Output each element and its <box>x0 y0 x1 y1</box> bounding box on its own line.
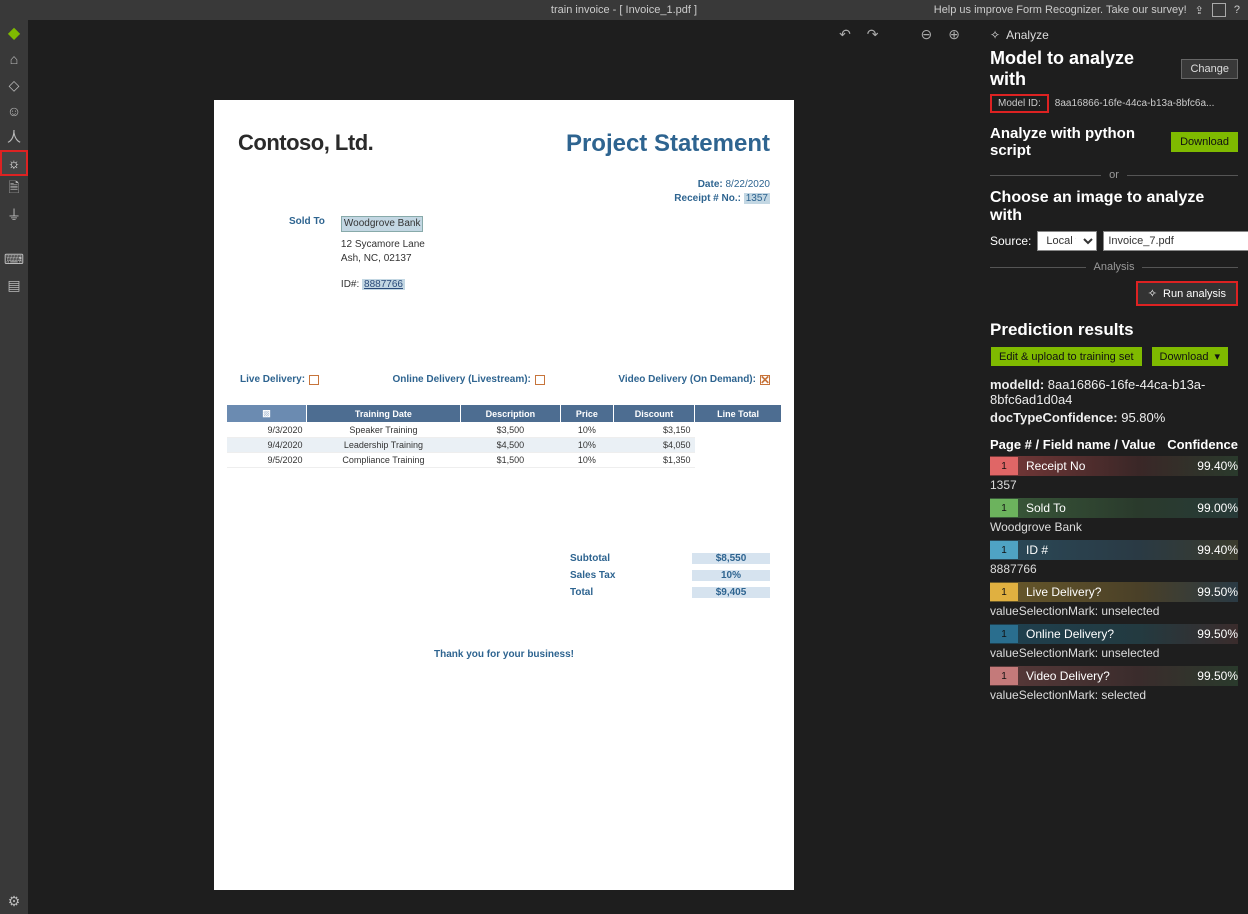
zoom-out-icon[interactable]: ⊖ <box>921 26 933 43</box>
window-title: train invoice - [ Invoice_1.pdf ] <box>551 4 697 16</box>
page-tag: 1 <box>990 457 1018 475</box>
field-name: Video Delivery? <box>1026 669 1197 683</box>
document-canvas[interactable]: Contoso, Ltd. Project Statement Date: 8/… <box>28 48 980 914</box>
page-tag: 1 <box>990 541 1018 559</box>
sparkle-icon: ✧ <box>990 28 1000 42</box>
document-icon[interactable]: ▤ <box>0 272 28 298</box>
field-value: Woodgrove Bank <box>990 518 1238 538</box>
source-select[interactable]: Local file <box>1037 231 1097 251</box>
model-heading: Model to analyze with <box>990 48 1173 90</box>
canvas-toolbar: ↶ ↷ ⊖ ⊕ <box>28 20 980 48</box>
field-value: valueSelectionMark: selected <box>990 686 1238 706</box>
table-row: 9/4/2020Leadership Training$4,50010%$4,0… <box>227 438 782 453</box>
field-value: valueSelectionMark: unselected <box>990 644 1238 664</box>
table-row: 9/5/2020Compliance Training$1,50010%$1,3… <box>227 453 782 468</box>
help-icon[interactable]: ? <box>1234 4 1240 16</box>
field-name: Receipt No <box>1026 459 1197 473</box>
logo-icon[interactable]: ◆ <box>0 20 28 46</box>
result-field[interactable]: 1 Live Delivery?99.50% valueSelectionMark:… <box>990 582 1238 622</box>
field-name: Online Delivery? <box>1026 627 1197 641</box>
field-name: ID # <box>1026 543 1197 557</box>
online-checkbox <box>535 375 545 385</box>
result-field[interactable]: 1 Video Delivery?99.50% valueSelectionMark… <box>990 666 1238 706</box>
change-button[interactable]: Change <box>1181 59 1238 79</box>
field-confidence: 99.40% <box>1197 459 1238 473</box>
choose-heading: Choose an image to analyze with <box>990 189 1238 225</box>
redo-icon[interactable]: ↷ <box>867 26 879 43</box>
train-icon[interactable]: 人 <box>0 124 28 150</box>
analyze-icon[interactable]: ☼ <box>0 150 28 176</box>
thank-you: Thank you for your business! <box>214 649 794 660</box>
run-analysis-button[interactable]: ✧Run analysis <box>1136 281 1238 306</box>
document-title: Project Statement <box>566 130 770 158</box>
connect-icon[interactable]: ⏚ <box>0 202 28 228</box>
field-confidence: 99.50% <box>1197 627 1238 641</box>
sparkle-icon: ✧ <box>1148 287 1157 300</box>
document-meta: Date: 8/22/2020 Receipt # No.: 1357 <box>674 178 770 206</box>
field-value: 8887766 <box>990 560 1238 580</box>
compose-icon[interactable]: 🗎 <box>0 176 28 202</box>
download-script-button[interactable]: Download <box>1171 132 1238 152</box>
settings-icon[interactable]: ⚙ <box>0 888 28 914</box>
totals-block: Subtotal$8,550 Sales Tax10% Total$9,405 <box>570 550 770 601</box>
field-confidence: 99.40% <box>1197 543 1238 557</box>
model-id-label: Model ID: <box>990 94 1049 113</box>
field-value: valueSelectionMark: unselected <box>990 602 1238 622</box>
page-tag: 1 <box>990 667 1018 685</box>
analyze-panel: ✧Analyze Model to analyze with Change Mo… <box>980 20 1248 914</box>
field-confidence: 99.50% <box>1197 585 1238 599</box>
edit-upload-button[interactable]: Edit & upload to training set <box>990 346 1143 367</box>
share-icon[interactable]: ⇪ <box>1195 4 1204 17</box>
delivery-checks: Live Delivery: Online Delivery (Livestre… <box>240 374 770 385</box>
main-area: ↶ ↷ ⊖ ⊕ Contoso, Ltd. Project Statement … <box>28 20 980 914</box>
result-field[interactable]: 1 Receipt No99.40% 1357 <box>990 456 1238 496</box>
python-heading: Analyze with python script <box>990 125 1163 159</box>
survey-area: Help us improve Form Recognizer. Take ou… <box>934 3 1240 17</box>
field-name: Live Delivery? <box>1026 585 1197 599</box>
sold-to-block: Sold To Woodgrove Bank 12 Sycamore Lane … <box>289 216 425 292</box>
keyboard-icon[interactable]: ⌨ <box>0 246 28 272</box>
home-icon[interactable]: ⌂ <box>0 46 28 72</box>
title-bar: train invoice - [ Invoice_1.pdf ] Help u… <box>0 0 1248 20</box>
buyer-highlight: Woodgrove Bank <box>341 216 424 232</box>
left-nav: ◆ ⌂ ◇ ☺ 人 ☼ 🗎 ⏚ ⌨ ▤ ⚙ <box>0 20 28 914</box>
source-label: Source: <box>990 234 1031 248</box>
field-confidence: 99.50% <box>1197 669 1238 683</box>
field-value: 1357 <box>990 476 1238 496</box>
download-results-button[interactable]: Download ▾ <box>1151 346 1229 367</box>
zoom-in-icon[interactable]: ⊕ <box>948 26 960 43</box>
model-id-value: 8aa16866-16fe-44ca-b13a-8bfc6a... <box>1055 98 1238 109</box>
page-tag: 1 <box>990 625 1018 643</box>
field-confidence: 99.00% <box>1197 501 1238 515</box>
project-icon[interactable]: ☺ <box>0 98 28 124</box>
receipt-no-highlight: 1357 <box>744 193 770 204</box>
result-field[interactable]: 1 Online Delivery?99.50% valueSelectionMar… <box>990 624 1238 664</box>
file-input[interactable] <box>1103 231 1248 251</box>
undo-icon[interactable]: ↶ <box>839 26 851 43</box>
items-table: ▨Training DateDescriptionPriceDiscountLi… <box>226 404 782 468</box>
invoice-document: Contoso, Ltd. Project Statement Date: 8/… <box>214 100 794 890</box>
survey-link[interactable]: Help us improve Form Recognizer. Take ou… <box>934 4 1187 16</box>
result-field[interactable]: 1 ID #99.40% 8887766 <box>990 540 1238 580</box>
tag-icon[interactable]: ◇ <box>0 72 28 98</box>
field-name: Sold To <box>1026 501 1197 515</box>
feedback-icon[interactable] <box>1212 3 1226 17</box>
id-highlight: 8887766 <box>362 279 405 290</box>
chevron-down-icon: ▾ <box>1214 350 1220 363</box>
page-tag: 1 <box>990 499 1018 517</box>
video-checkbox <box>760 375 770 385</box>
result-field[interactable]: 1 Sold To99.00% Woodgrove Bank <box>990 498 1238 538</box>
page-tag: 1 <box>990 583 1018 601</box>
table-row: 9/3/2020Speaker Training$3,50010%$3,150 <box>227 423 782 438</box>
prediction-heading: Prediction results <box>990 320 1238 340</box>
live-checkbox <box>309 375 319 385</box>
